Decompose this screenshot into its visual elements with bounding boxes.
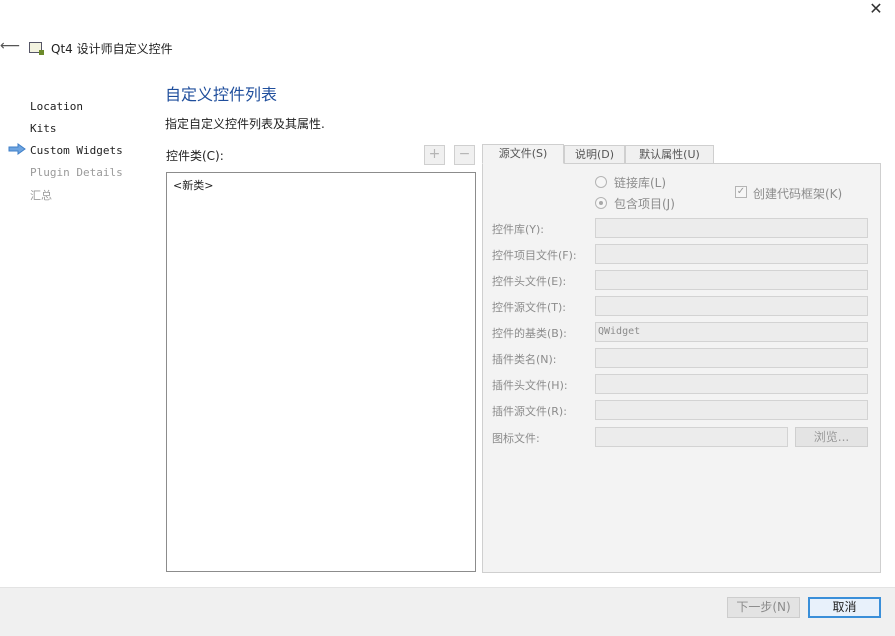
close-icon[interactable]: ✕: [862, 0, 890, 20]
plugin-source-file-label: 插件源文件(R):: [492, 405, 567, 418]
radio-include-project[interactable]: [595, 197, 607, 209]
class-list[interactable]: <新类>: [166, 172, 476, 572]
step-custom-widgets: Custom Widgets: [30, 144, 123, 157]
plus-icon[interactable]: +: [424, 145, 445, 165]
plugin-class-name-label: 插件类名(N):: [492, 353, 557, 366]
radio-link-library[interactable]: [595, 176, 607, 188]
step-kits: Kits: [30, 122, 57, 135]
minus-icon[interactable]: −: [454, 145, 475, 165]
widget-source-file-label: 控件源文件(T):: [492, 301, 567, 314]
icon-file-field[interactable]: [595, 427, 788, 447]
plugin-class-name-field[interactable]: [595, 348, 868, 368]
arrow-right-icon: [8, 143, 26, 155]
back-arrow-icon[interactable]: ⟵: [0, 38, 20, 56]
class-list-label: 控件类(C):: [166, 149, 224, 163]
window-title: Qt4 设计师自定义控件: [51, 42, 173, 56]
page-title: 自定义控件列表: [165, 85, 278, 104]
cancel-button[interactable]: 取消: [808, 597, 881, 618]
widget-base-class-field[interactable]: QWidget: [595, 322, 868, 342]
step-plugin-details: Plugin Details: [30, 166, 123, 179]
widget-header-file-field[interactable]: [595, 270, 868, 290]
tab-description[interactable]: 说明(D): [564, 145, 625, 164]
next-button[interactable]: 下一步(N): [727, 597, 800, 618]
widget-project-file-label: 控件项目文件(F):: [492, 249, 577, 262]
plugin-header-file-field[interactable]: [595, 374, 868, 394]
page-subtitle: 指定自定义控件列表及其属性.: [165, 117, 325, 131]
widget-source-file-field[interactable]: [595, 296, 868, 316]
widget-library-field[interactable]: [595, 218, 868, 238]
list-item[interactable]: <新类>: [173, 177, 213, 193]
tab-default-properties[interactable]: 默认属性(U): [625, 145, 714, 164]
browse-button[interactable]: 浏览...: [795, 427, 868, 447]
create-skeleton-checkbox[interactable]: ✓: [735, 186, 747, 198]
plugin-source-file-field[interactable]: [595, 400, 868, 420]
radio-link-library-label: 链接库(L): [614, 176, 667, 190]
widget-base-class-label: 控件的基类(B):: [492, 327, 567, 340]
icon-file-label: 图标文件:: [492, 432, 540, 445]
step-summary: 汇总: [30, 189, 52, 202]
radio-include-project-label: 包含项目(J): [614, 197, 675, 211]
create-skeleton-label: 创建代码框架(K): [753, 187, 843, 201]
widget-library-label: 控件库(Y):: [492, 223, 545, 236]
qt-designer-icon: [29, 42, 44, 55]
widget-header-file-label: 控件头文件(E):: [492, 275, 567, 288]
step-location: Location: [30, 100, 83, 113]
tab-source[interactable]: 源文件(S): [482, 144, 564, 164]
plugin-header-file-label: 插件头文件(H):: [492, 379, 568, 392]
widget-project-file-field[interactable]: [595, 244, 868, 264]
